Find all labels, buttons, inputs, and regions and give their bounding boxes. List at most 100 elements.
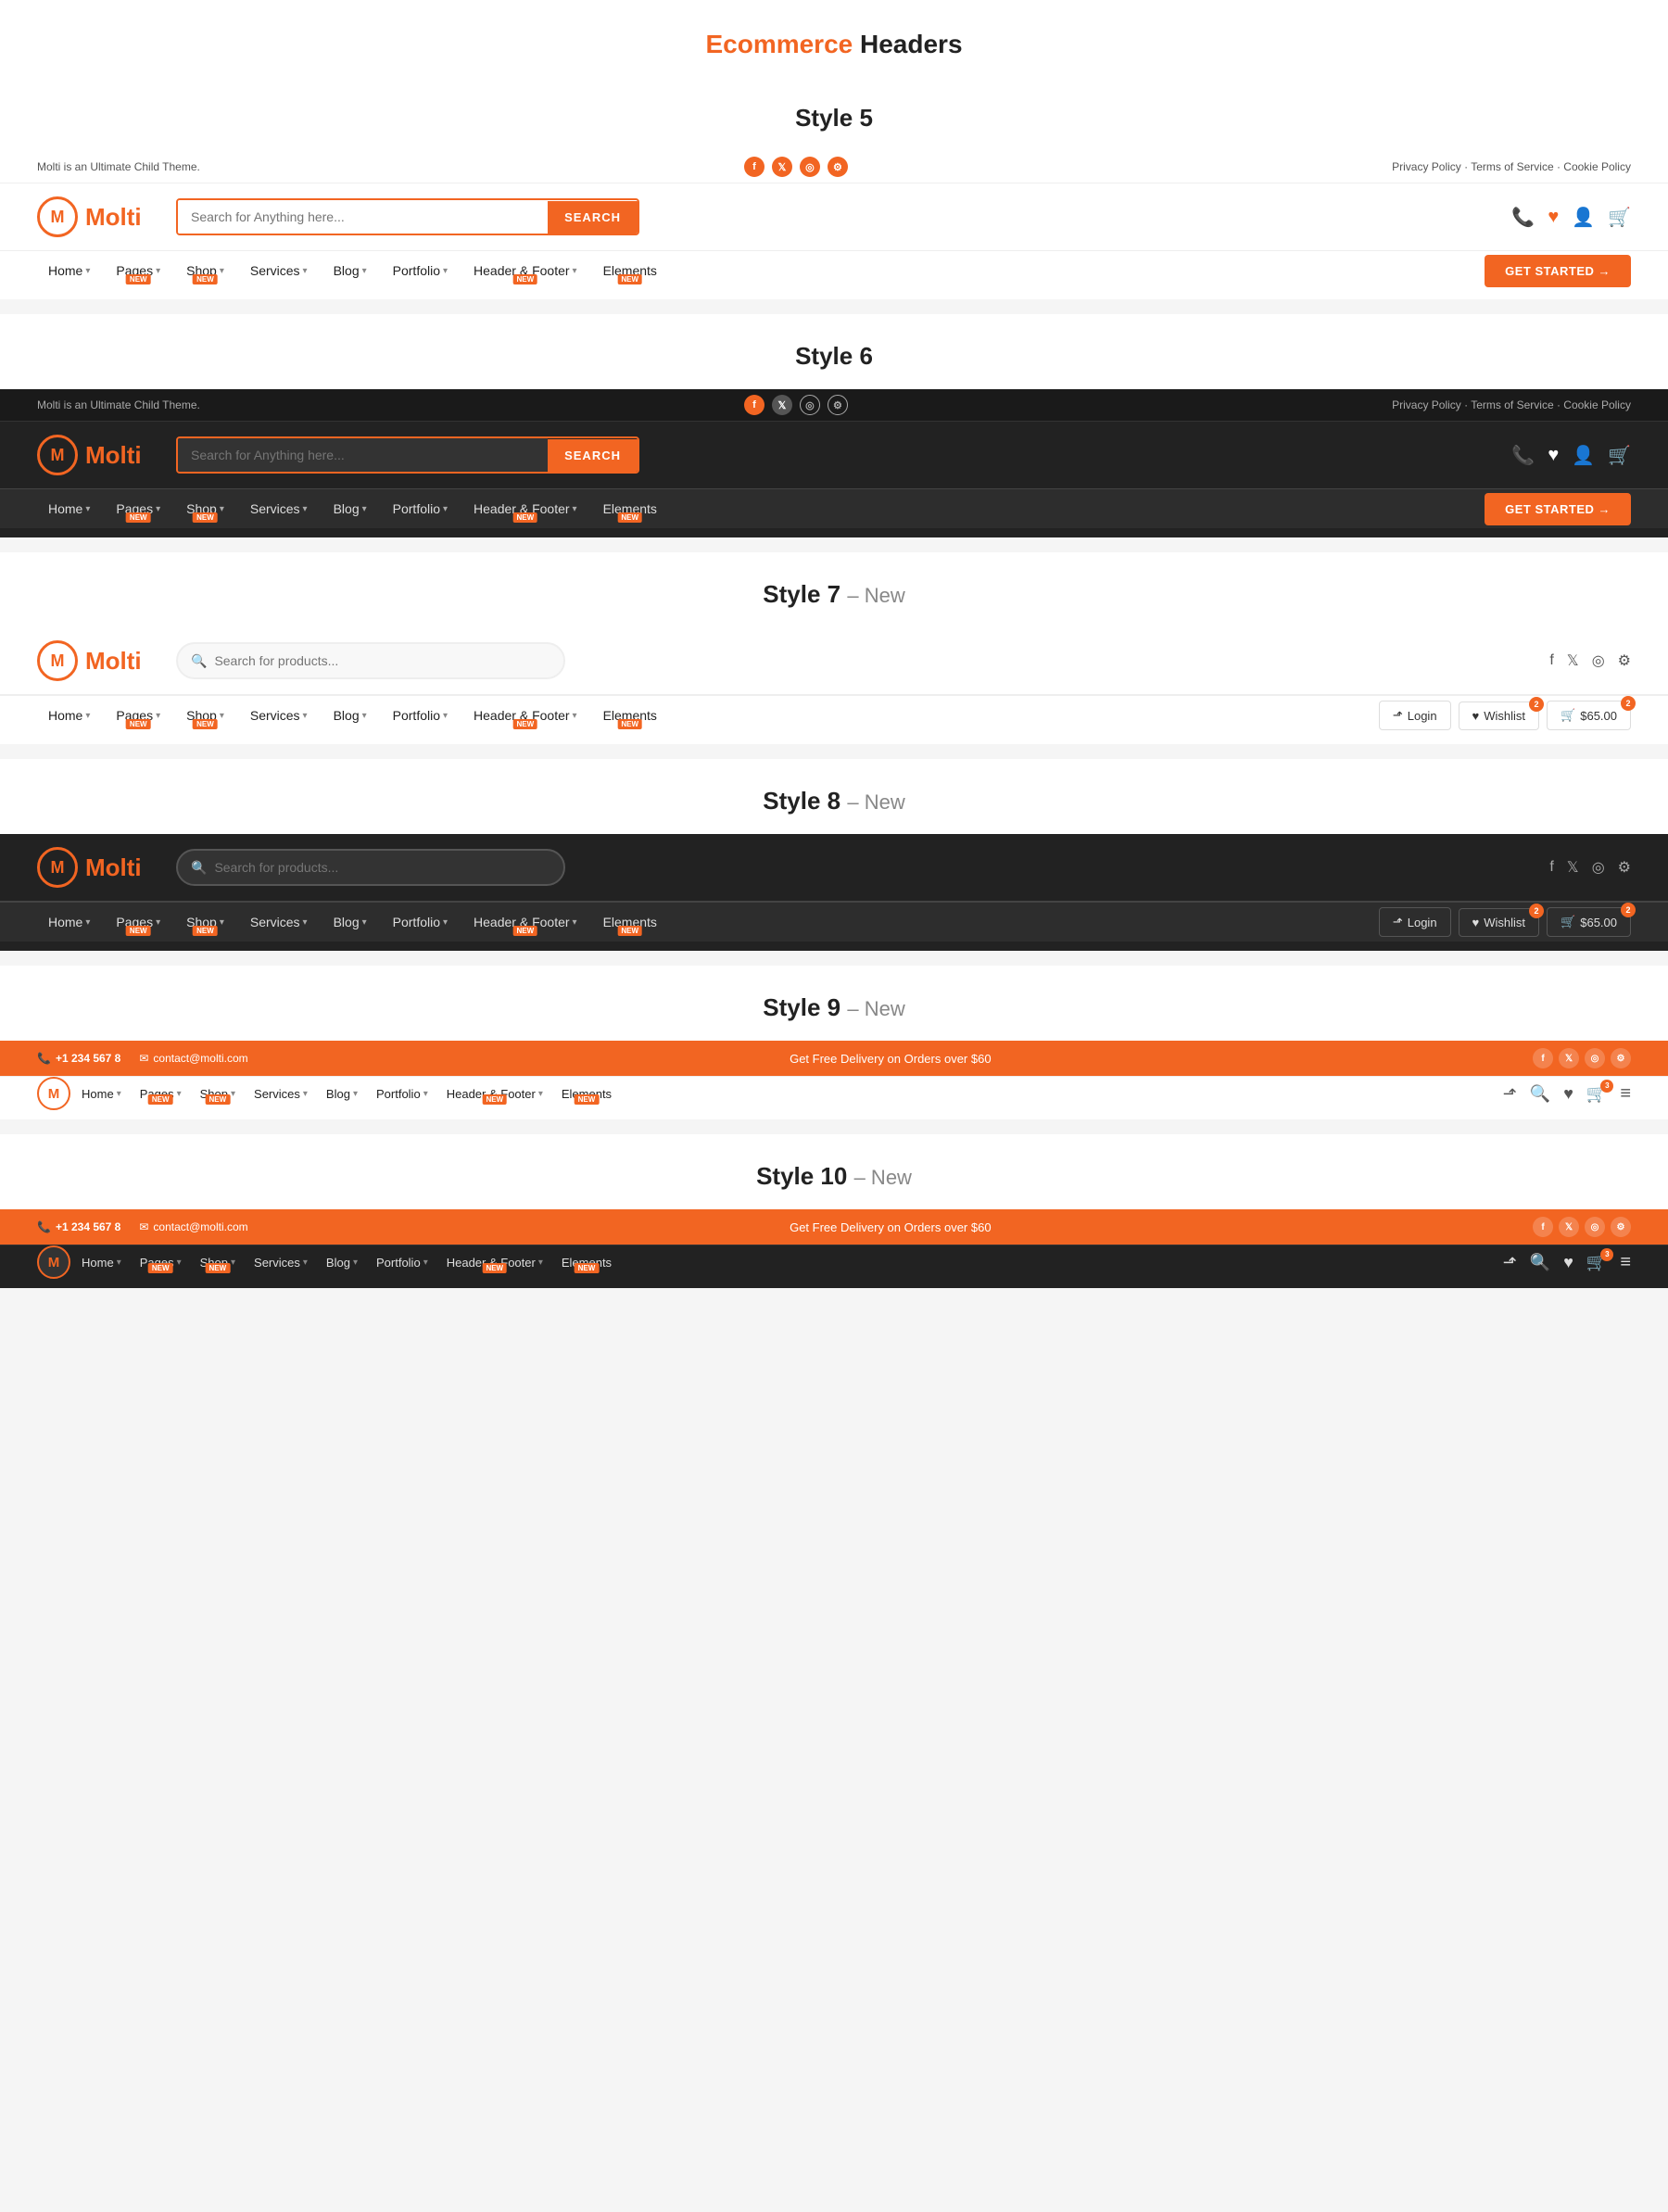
s7-ig-icon[interactable]: ◎ (1592, 651, 1605, 670)
nav-services[interactable]: Services ▾ (239, 251, 319, 290)
s6-twitter-icon[interactable]: 𝕏 (772, 395, 792, 415)
s8-fb-icon[interactable]: f (1549, 859, 1553, 876)
s9-logo-icon[interactable]: M (37, 1077, 70, 1110)
nav-elements[interactable]: ElementsNEW (592, 251, 668, 290)
s6-nav-pages[interactable]: Pages ▾NEW (105, 489, 171, 528)
s10-nav-services[interactable]: Services ▾ (246, 1246, 315, 1279)
s9-nav-portfolio[interactable]: Portfolio ▾ (369, 1078, 436, 1110)
s8-set-icon[interactable]: ⚙ (1618, 858, 1631, 877)
s7-nav-blog[interactable]: Blog ▾ (322, 696, 378, 735)
s6-nav-blog[interactable]: Blog ▾ (322, 489, 378, 528)
s6-settings-icon[interactable]: ⚙ (828, 395, 848, 415)
s8-nav-portfolio[interactable]: Portfolio ▾ (382, 903, 459, 942)
style8-wishlist-btn[interactable]: ♥ Wishlist 2 (1459, 908, 1540, 937)
s10-nav-elements[interactable]: ElementsNEW (554, 1246, 619, 1279)
style8-logo[interactable]: M Molti (37, 847, 158, 888)
nav-header-footer[interactable]: Header & Footer ▾NEW (462, 251, 588, 290)
s8-nav-home[interactable]: Home ▾ (37, 903, 101, 942)
s10-cart-icon[interactable]: 🛒3 (1586, 1253, 1607, 1272)
instagram-icon[interactable]: ◎ (800, 157, 820, 177)
user-icon[interactable]: 👤 (1572, 206, 1595, 229)
style5-logo[interactable]: M Molti (37, 196, 158, 237)
s9-set-icon[interactable]: ⚙ (1611, 1048, 1631, 1068)
style7-logo[interactable]: M Molti (37, 640, 158, 681)
s10-set-icon[interactable]: ⚙ (1611, 1217, 1631, 1237)
s6-facebook-icon[interactable]: f (744, 395, 764, 415)
s7-nav-hf[interactable]: Header & Footer ▾NEW (462, 696, 588, 735)
s10-nav-blog[interactable]: Blog ▾ (319, 1246, 365, 1279)
s7-nav-elements[interactable]: ElementsNEW (592, 696, 668, 735)
style7-search-input[interactable] (207, 644, 550, 677)
s7-nav-home[interactable]: Home ▾ (37, 696, 101, 735)
cart-icon[interactable]: 🛒 (1608, 206, 1631, 229)
s9-cart-icon[interactable]: 🛒3 (1586, 1084, 1607, 1104)
s7-nav-services[interactable]: Services ▾ (239, 696, 319, 735)
nav-pages[interactable]: Pages ▾NEW (105, 251, 171, 290)
s7-set-icon[interactable]: ⚙ (1618, 651, 1631, 670)
s9-tw-icon[interactable]: 𝕏 (1559, 1048, 1579, 1068)
s9-nav-blog[interactable]: Blog ▾ (319, 1078, 365, 1110)
s8-ig-icon[interactable]: ◎ (1592, 858, 1605, 877)
phone-icon[interactable]: 📞 (1511, 206, 1535, 229)
style7-cart-btn[interactable]: 🛒 $65.00 2 (1547, 701, 1631, 730)
settings-icon[interactable]: ⚙ (828, 157, 848, 177)
s10-heart-icon[interactable]: ♥ (1563, 1253, 1573, 1272)
s9-search-icon[interactable]: 🔍 (1530, 1084, 1550, 1104)
s9-ig-icon[interactable]: ◎ (1585, 1048, 1605, 1068)
s8-nav-services[interactable]: Services ▾ (239, 903, 319, 942)
s7-tw-icon[interactable]: 𝕏 (1567, 651, 1579, 670)
style6-search-button[interactable]: SEARCH (548, 439, 638, 472)
style6-search-input[interactable] (178, 438, 548, 472)
s7-nav-shop[interactable]: Shop ▾NEW (175, 696, 235, 735)
style5-search-button[interactable]: SEARCH (548, 201, 638, 234)
s10-tw-icon[interactable]: 𝕏 (1559, 1217, 1579, 1237)
s6-nav-shop[interactable]: Shop ▾NEW (175, 489, 235, 528)
s9-nav-elements[interactable]: ElementsNEW (554, 1078, 619, 1110)
style5-search-input[interactable] (178, 200, 548, 234)
s6-user-icon[interactable]: 👤 (1572, 444, 1595, 467)
s9-hamburger-icon[interactable]: ≡ (1620, 1083, 1631, 1105)
s8-tw-icon[interactable]: 𝕏 (1567, 858, 1579, 877)
s10-search-icon[interactable]: 🔍 (1530, 1253, 1550, 1272)
nav-portfolio[interactable]: Portfolio ▾ (382, 251, 459, 290)
style8-search-input[interactable] (207, 851, 550, 884)
style7-wishlist-btn[interactable]: ♥ Wishlist 2 (1459, 702, 1540, 730)
s9-fb-icon[interactable]: f (1533, 1048, 1553, 1068)
s6-phone-icon[interactable]: 📞 (1511, 444, 1535, 467)
style8-login-btn[interactable]: ⬏ Login (1379, 907, 1451, 937)
s6-nav-elements[interactable]: ElementsNEW (592, 489, 668, 528)
style6-logo[interactable]: M Molti (37, 435, 158, 475)
s6-heart-icon[interactable]: ♥ (1548, 445, 1559, 466)
s7-nav-pages[interactable]: Pages ▾NEW (105, 696, 171, 735)
s9-nav-home[interactable]: Home ▾ (74, 1078, 129, 1110)
s8-nav-elements[interactable]: ElementsNEW (592, 903, 668, 942)
s9-nav-hf[interactable]: Header & Footer ▾NEW (439, 1078, 550, 1110)
s7-nav-portfolio[interactable]: Portfolio ▾ (382, 696, 459, 735)
s6-nav-portfolio[interactable]: Portfolio ▾ (382, 489, 459, 528)
s7-fb-icon[interactable]: f (1549, 652, 1553, 669)
s10-nav-portfolio[interactable]: Portfolio ▾ (369, 1246, 436, 1279)
heart-icon[interactable]: ♥ (1548, 207, 1559, 228)
s8-nav-pages[interactable]: Pages ▾NEW (105, 903, 171, 942)
s10-nav-home[interactable]: Home ▾ (74, 1246, 129, 1279)
s6-nav-services[interactable]: Services ▾ (239, 489, 319, 528)
s10-nav-hf[interactable]: Header & Footer ▾NEW (439, 1246, 550, 1279)
s10-nav-shop[interactable]: Shop ▾NEW (193, 1246, 243, 1279)
nav-home[interactable]: Home ▾ (37, 251, 101, 290)
s10-hamburger-icon[interactable]: ≡ (1620, 1252, 1631, 1273)
nav-blog[interactable]: Blog ▾ (322, 251, 378, 290)
s9-heart-icon[interactable]: ♥ (1563, 1084, 1573, 1104)
twitter-icon[interactable]: 𝕏 (772, 157, 792, 177)
s9-nav-services[interactable]: Services ▾ (246, 1078, 315, 1110)
s9-nav-pages[interactable]: Pages ▾NEW (133, 1078, 189, 1110)
s10-ig-icon[interactable]: ◎ (1585, 1217, 1605, 1237)
s6-instagram-icon[interactable]: ◎ (800, 395, 820, 415)
s8-nav-blog[interactable]: Blog ▾ (322, 903, 378, 942)
s6-cart-icon[interactable]: 🛒 (1608, 444, 1631, 467)
style5-cta-button[interactable]: GET STARTED → (1485, 255, 1631, 287)
s10-fb-icon[interactable]: f (1533, 1217, 1553, 1237)
style6-cta-button[interactable]: GET STARTED → (1485, 493, 1631, 525)
s9-login-icon[interactable]: ⬏ (1503, 1084, 1517, 1104)
s6-nav-home[interactable]: Home ▾ (37, 489, 101, 528)
s6-nav-hf[interactable]: Header & Footer ▾NEW (462, 489, 588, 528)
